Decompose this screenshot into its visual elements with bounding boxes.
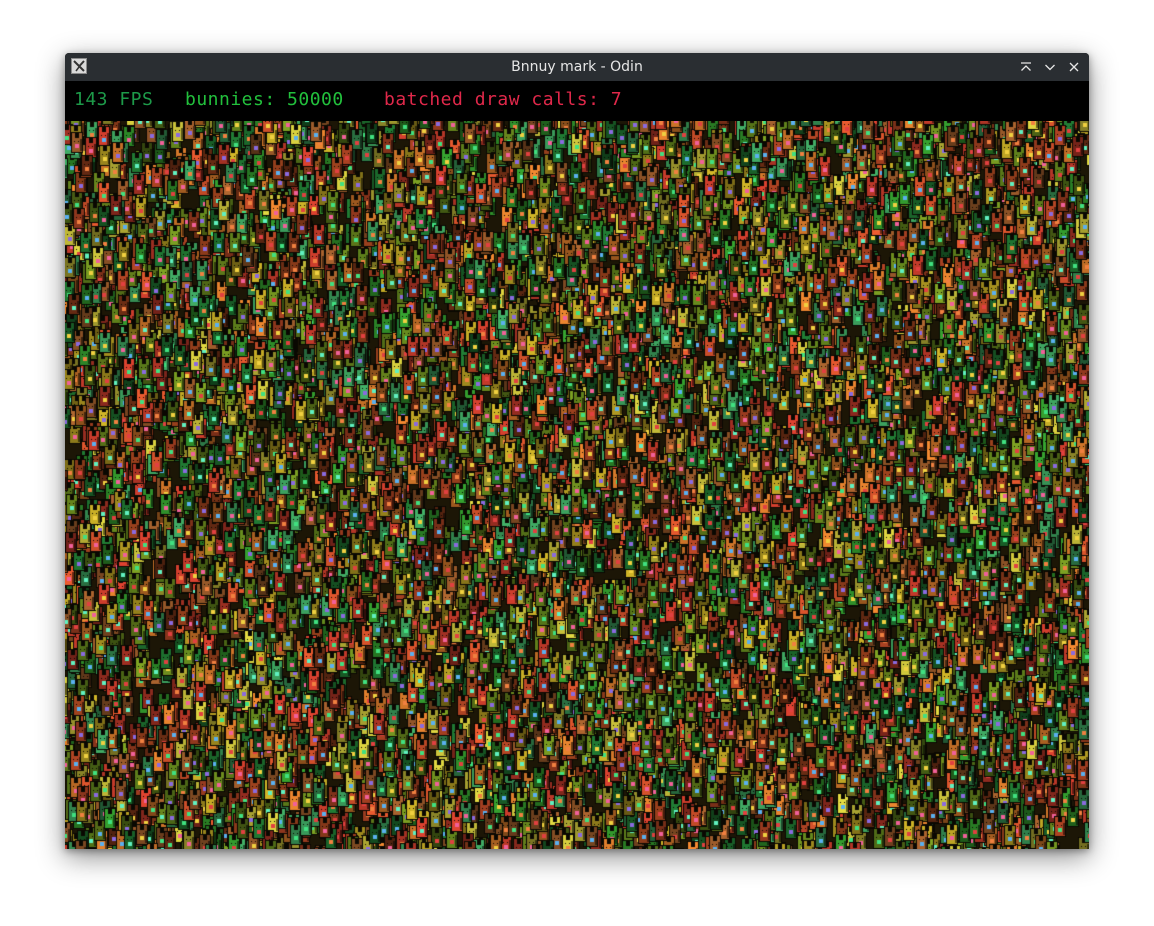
keep-above-icon [1021,62,1031,71]
fps-counter: 143 FPS [74,89,154,110]
close-button[interactable] [1064,57,1084,77]
bunny-canvas[interactable] [65,121,1089,849]
chevron-down-icon [1045,64,1055,71]
bunny-counter: bunnies: 50000 [185,89,344,110]
close-icon [1069,62,1079,72]
hud-bar: 143 FPS bunnies: 50000 batched draw call… [65,81,1089,121]
title-bar[interactable]: Bnnuy mark - Odin [65,53,1089,81]
minimize-button[interactable] [1040,57,1060,77]
draw-calls-counter: batched draw calls: 7 [384,89,623,110]
keep-above-button[interactable] [1016,57,1036,77]
app-window: Bnnuy mark - Odin 143 FPS bunnies: 50000… [65,53,1089,849]
game-viewport[interactable] [65,121,1089,849]
window-title: Bnnuy mark - Odin [511,59,643,75]
